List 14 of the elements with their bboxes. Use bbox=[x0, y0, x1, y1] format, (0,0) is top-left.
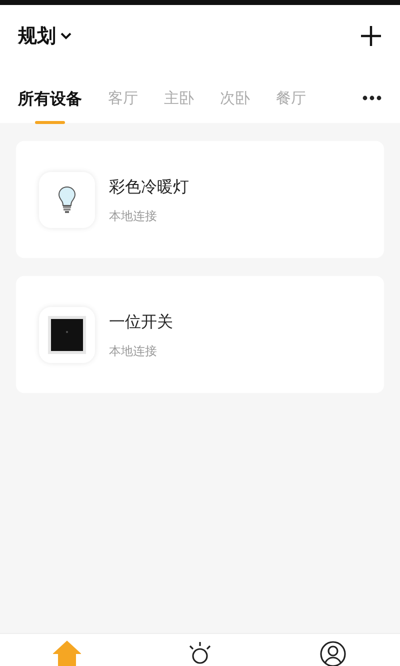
device-name: 彩色冷暖灯 bbox=[109, 176, 189, 198]
device-status: 本地连接 bbox=[109, 342, 158, 360]
home-selector[interactable]: 规划 bbox=[18, 22, 72, 50]
light-bulb-icon bbox=[58, 186, 76, 214]
more-icon[interactable] bbox=[362, 95, 382, 101]
chevron-down-icon bbox=[60, 32, 72, 40]
device-status: 本地连接 bbox=[109, 208, 158, 224]
device-card[interactable]: 彩色冷暖灯 本地连接 bbox=[16, 141, 384, 258]
add-icon[interactable] bbox=[360, 25, 382, 47]
device-name: 一位开关 bbox=[109, 310, 173, 332]
wall-switch-icon bbox=[48, 316, 86, 354]
room-tab[interactable]: 所有设备 bbox=[18, 87, 82, 124]
device-card[interactable]: 一位开关 本地连接 bbox=[16, 276, 384, 393]
profile-icon[interactable] bbox=[319, 640, 348, 666]
